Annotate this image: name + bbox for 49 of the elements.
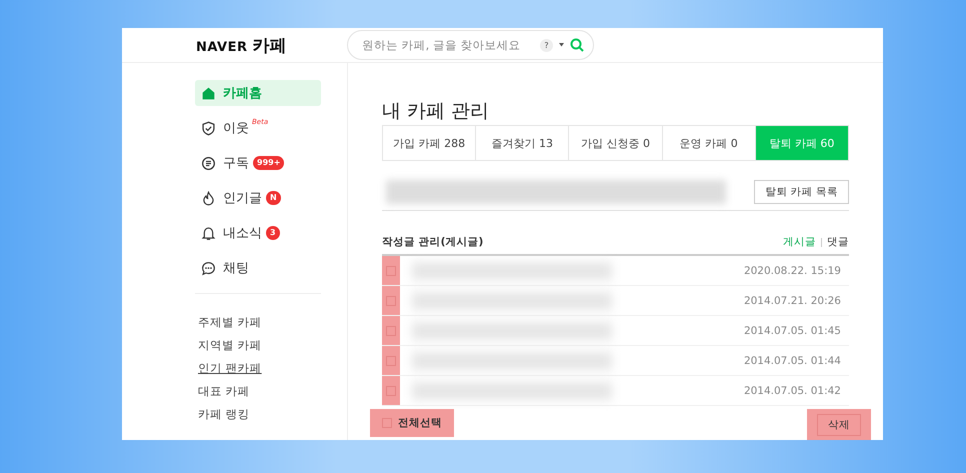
- post-date: 2014.07.05. 01:44: [744, 354, 842, 366]
- count-badge: 999+: [253, 156, 284, 170]
- sidebar-link[interactable]: 지역별 카페: [198, 337, 347, 354]
- nav-label: 이웃: [223, 120, 249, 137]
- sidebar-link[interactable]: 인기 팬카페: [198, 360, 347, 377]
- post-checkbox[interactable]: [386, 296, 396, 306]
- caret-icon[interactable]: [559, 43, 564, 47]
- nav-label: 인기글: [223, 190, 262, 207]
- search-icon[interactable]: [570, 38, 584, 52]
- sidebar-nav-item[interactable]: 채팅: [195, 255, 321, 281]
- cafe-tab[interactable]: 즐겨찾기 13: [476, 126, 570, 160]
- chat-bubble-icon: [201, 260, 216, 276]
- post-date: 2014.07.05. 01:45: [744, 324, 842, 336]
- nav-label: 내소식: [223, 225, 262, 242]
- shield-check-icon: [201, 120, 216, 136]
- list-button[interactable]: 탈퇴 카페 목록: [754, 180, 849, 204]
- sidebar-link[interactable]: 주제별 카페: [198, 314, 347, 331]
- select-all-control[interactable]: 전체선택: [370, 409, 454, 437]
- flame-icon: [201, 190, 216, 206]
- nav-label: 채팅: [223, 260, 249, 277]
- home-icon: [201, 86, 216, 100]
- post-checkbox[interactable]: [386, 356, 396, 366]
- view-toggle-link[interactable]: 댓글: [827, 235, 849, 249]
- sidebar-link[interactable]: 대표 카페: [198, 383, 347, 400]
- sidebar-nav-item[interactable]: 인기글 N: [195, 185, 321, 211]
- sidebar-link[interactable]: 카페 랭킹: [198, 406, 347, 423]
- sidebar-nav-item[interactable]: 구독 999+: [195, 150, 321, 176]
- delete-button[interactable]: 삭제: [817, 414, 861, 436]
- logo-wordmark: NAVER: [196, 40, 248, 54]
- nav-label: 구독: [223, 155, 249, 172]
- page-title: 내 카페 관리: [382, 99, 490, 124]
- cafe-tab[interactable]: 가입 카페 288: [383, 126, 476, 160]
- cafe-tab[interactable]: 가입 신청중 0: [569, 126, 663, 160]
- help-icon[interactable]: ?: [540, 38, 553, 52]
- post-checkbox[interactable]: [386, 386, 396, 396]
- count-badge: 3: [266, 226, 280, 240]
- post-date: 2020.08.22. 15:19: [744, 264, 842, 276]
- document-icon: [201, 156, 216, 170]
- post-date: 2014.07.21. 20:26: [744, 294, 842, 306]
- logo-service-name: 카페: [252, 34, 287, 56]
- count-badge: N: [266, 191, 281, 205]
- post-checkbox[interactable]: [386, 326, 396, 336]
- search-field[interactable]: 원하는 카페, 글을 찾아보세요 ?: [347, 30, 594, 60]
- bell-icon: [201, 226, 216, 240]
- sidebar-nav-item[interactable]: 내소식 3: [195, 220, 321, 246]
- section-title: 작성글 관리(게시글): [382, 235, 484, 249]
- post-checkbox[interactable]: [386, 266, 396, 276]
- nav-label: 카페홈: [223, 85, 262, 102]
- post-date: 2014.07.05. 01:42: [744, 384, 842, 396]
